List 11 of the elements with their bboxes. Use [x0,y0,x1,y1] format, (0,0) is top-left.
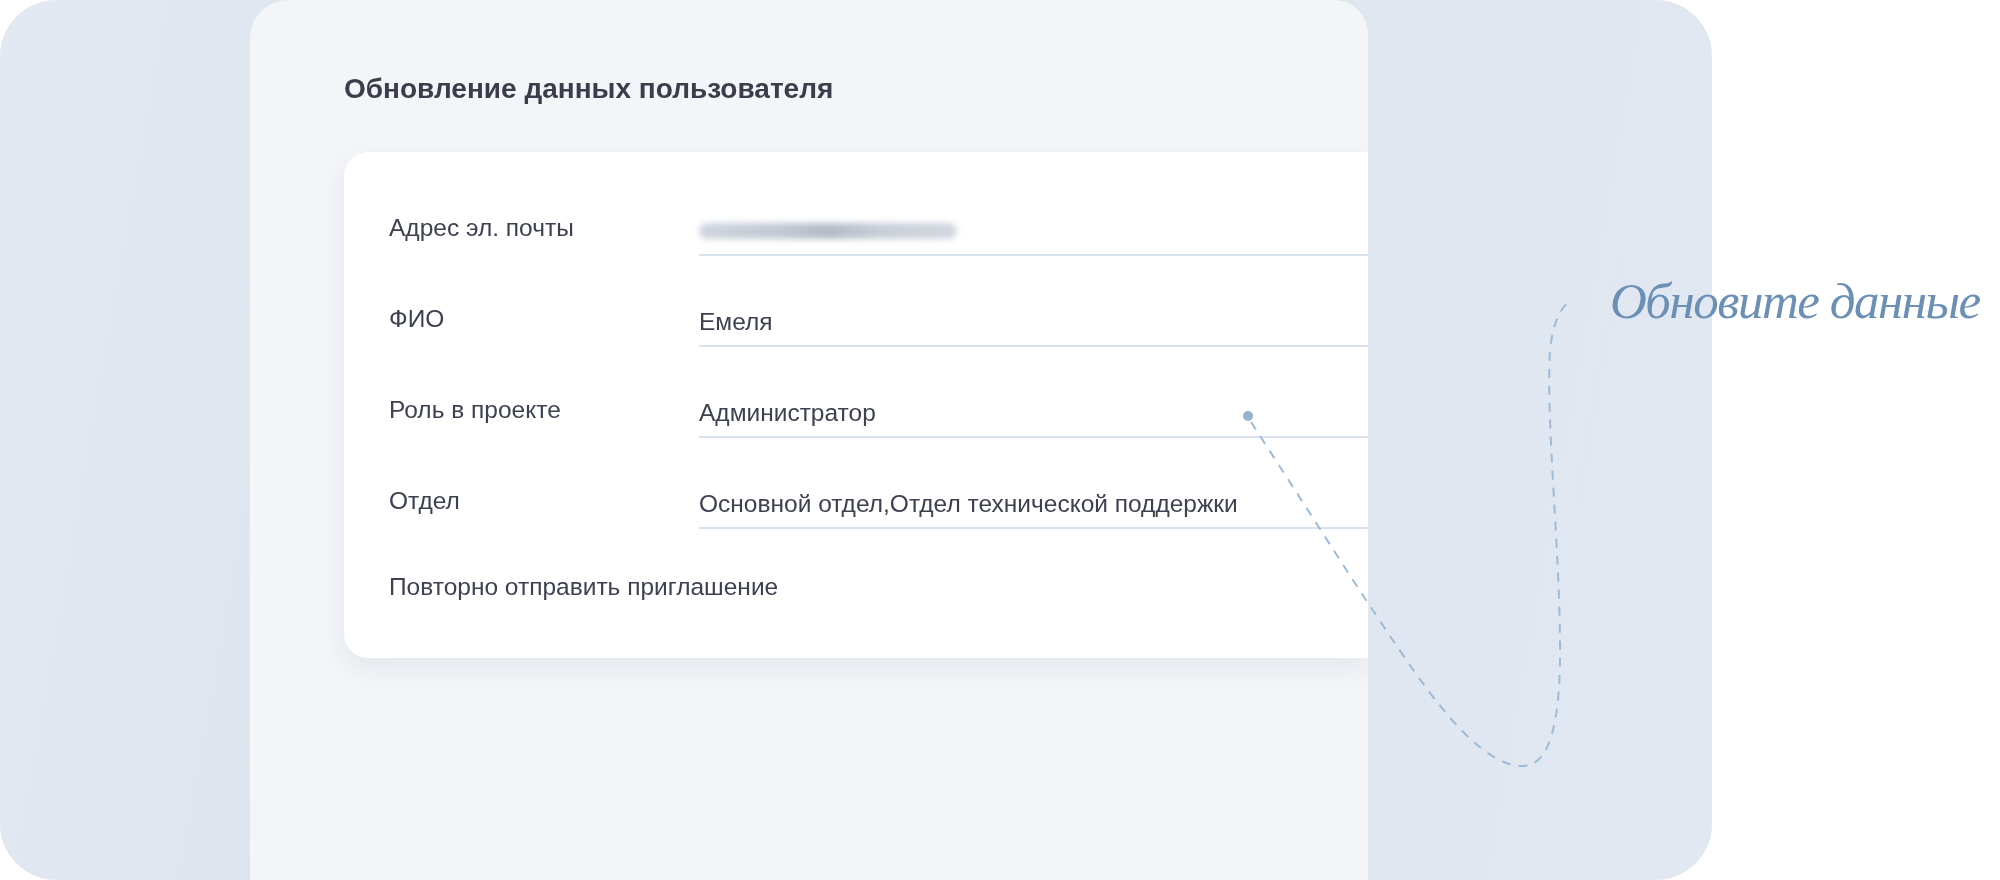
dot-icon [1243,411,1253,421]
invitation-link[interactable]: Повторно отправить приглашение [389,572,779,602]
handwritten-caption: Обновите данные [1610,272,1980,331]
field-label: Адрес эл. почты [389,213,575,243]
text-field[interactable]: Администратор [699,390,1368,438]
text-field[interactable]: Основной отдел,Отдел технической поддержки [699,481,1368,529]
field-label: Отдел [389,486,461,516]
field-label: Роль в проекте [389,395,562,425]
page-title: Обновление данных пользователя [344,72,835,106]
field-label: ФИО [389,304,446,334]
text-field[interactable]: Емеля [699,299,1368,347]
